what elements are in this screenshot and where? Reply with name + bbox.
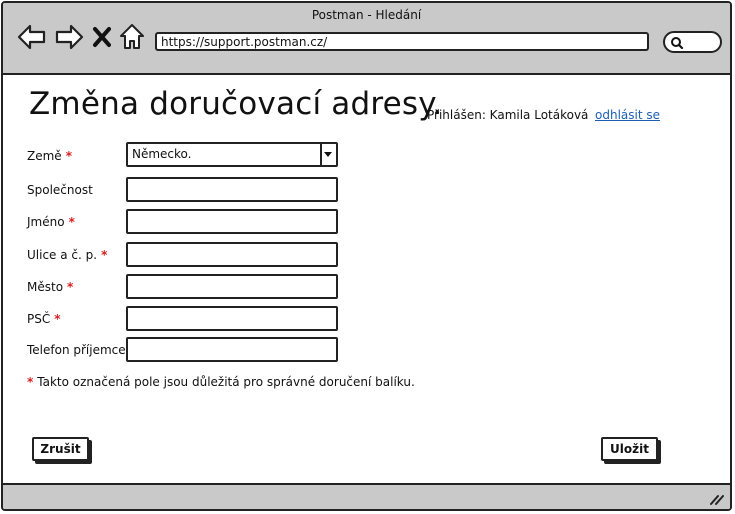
name-field[interactable] <box>126 209 338 234</box>
browser-search-field[interactable] <box>663 31 722 53</box>
resize-grip-icon[interactable] <box>708 492 724 506</box>
chevron-down-icon <box>324 152 332 157</box>
page-content: Změna doručovací adresy. Přihlášen: Kami… <box>3 73 730 483</box>
company-label: Společnost <box>27 183 93 197</box>
url-bar[interactable]: https://support.postman.cz/ <box>155 32 649 51</box>
title-bar: Postman - Hledání https://support.postma… <box>3 3 730 75</box>
company-field[interactable] <box>126 177 338 202</box>
page-title: Změna doručovací adresy. <box>29 86 443 122</box>
search-icon <box>671 37 684 49</box>
name-label: Jméno * <box>27 215 75 229</box>
city-label: Město * <box>27 280 74 294</box>
required-mark: * <box>101 248 108 262</box>
required-mark: * <box>67 280 74 294</box>
required-mark: * <box>65 149 72 163</box>
street-label: Ulice a č. p. * <box>27 248 108 262</box>
stop-icon[interactable] <box>92 26 112 48</box>
dropdown-arrow[interactable] <box>320 144 336 165</box>
required-mark: * <box>68 215 75 229</box>
phone-field[interactable] <box>126 337 338 362</box>
required-mark: * <box>54 312 61 326</box>
window-title: Postman - Hledání <box>311 8 422 22</box>
required-note: * Takto označená pole jsou důležitá pro s… <box>27 375 415 389</box>
back-icon[interactable] <box>17 23 47 51</box>
country-select[interactable]: Německo. <box>126 142 338 167</box>
postal-code-label: PSČ * <box>27 312 61 326</box>
home-icon[interactable] <box>119 23 145 51</box>
required-mark: * <box>27 375 34 389</box>
forward-icon[interactable] <box>54 23 84 51</box>
cancel-button[interactable]: Zrušit <box>32 437 89 461</box>
logged-in-user: Přihlášen: Kamila Lotáková <box>427 108 589 122</box>
city-field[interactable] <box>126 274 338 299</box>
status-bar <box>3 483 730 509</box>
save-button[interactable]: Uložit <box>601 437 658 461</box>
street-field[interactable] <box>126 242 338 267</box>
country-select-value: Německo. <box>132 147 192 161</box>
browser-window: Postman - Hledání https://support.postma… <box>1 1 732 511</box>
logout-link[interactable]: odhlásit se <box>595 108 660 122</box>
phone-label: Telefon příjemce <box>27 343 126 357</box>
postal-code-field[interactable] <box>126 306 338 331</box>
country-label: Země * <box>27 149 72 163</box>
